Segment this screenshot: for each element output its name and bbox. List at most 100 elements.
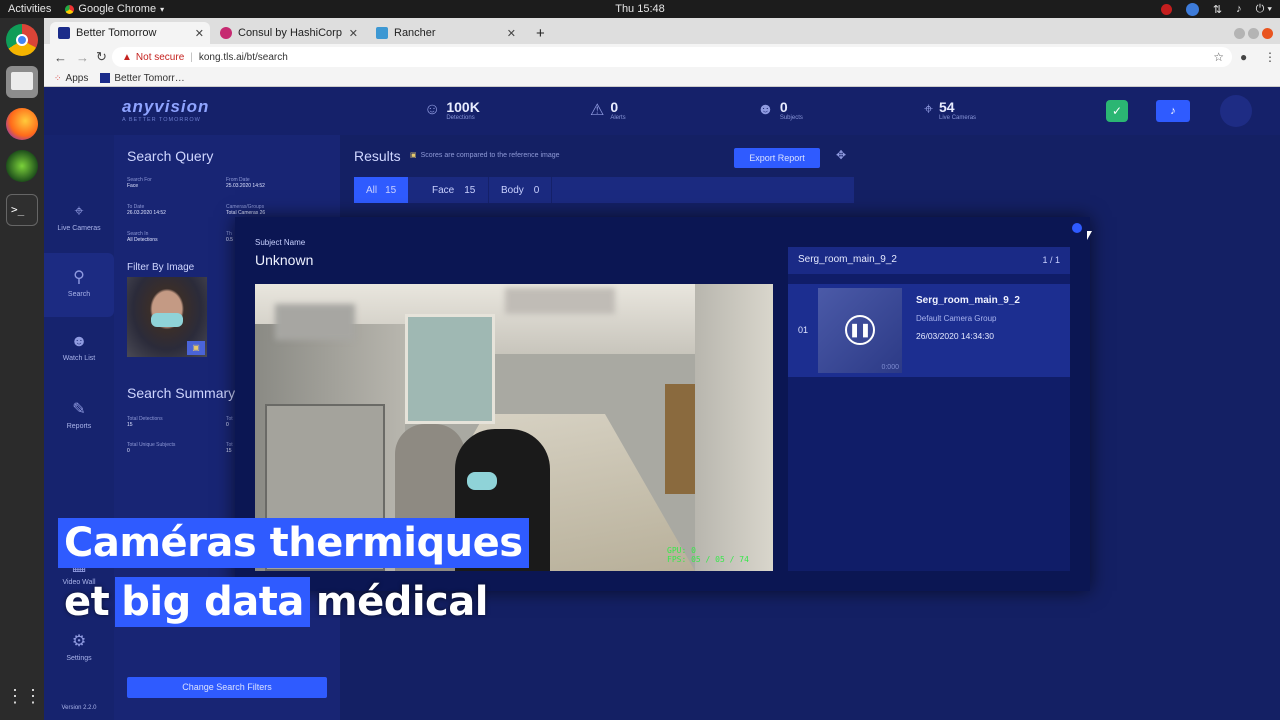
nav-reports[interactable]: ✎ Reports (44, 399, 114, 430)
tab-face[interactable]: Face 15 (420, 177, 488, 203)
chrome-small-icon (65, 4, 75, 14)
clock[interactable]: Thu 15:48 (0, 3, 1280, 15)
search-summary-title: Search Summary (127, 385, 236, 401)
forward-icon[interactable]: → (76, 50, 89, 65)
tab-body[interactable]: Body 0 (488, 177, 553, 203)
nav-search[interactable]: ⚲ Search (44, 253, 114, 317)
caption-line-1: Caméras thermiques (58, 518, 529, 568)
item-thumbnail[interactable]: ❚❚ 0:000 (818, 288, 902, 373)
item-camera-name: Serg_room_main_9_2 (916, 295, 1020, 306)
profile-icon[interactable]: ● (1240, 50, 1247, 64)
stat-value: 0 (610, 99, 619, 115)
window-controls[interactable] (1234, 22, 1278, 44)
consul-favicon-icon (220, 27, 232, 39)
image-icon: ▣ (410, 152, 417, 159)
url-text: kong.tls.ai/bt/search (198, 51, 288, 63)
chevron-down-icon: ▾ (160, 4, 165, 14)
pause-icon[interactable]: ❚❚ (845, 315, 875, 345)
query-field: Cameras/Groups Total Cameras 26 (226, 204, 265, 216)
nav-label: Settings (66, 655, 92, 662)
blur-overlay (275, 304, 355, 340)
caption-text: et (64, 579, 110, 625)
logo-text: anyvision (122, 97, 210, 116)
camera-list-header: Serg_room_main_9_2 1 / 1 (788, 247, 1070, 274)
reload-icon[interactable]: ↻ (96, 49, 107, 65)
camera-header-name: Serg_room_main_9_2 (798, 254, 897, 265)
field-value: 15 (127, 422, 133, 428)
video-debug-overlay: GPU: 0 FPS: 05 / 05 / 74 (667, 546, 749, 564)
avatar[interactable] (1220, 95, 1252, 127)
app-menu[interactable]: Google Chrome ▾ (65, 3, 164, 15)
note-text: Scores are compared to the reference ima… (420, 151, 560, 159)
reports-icon: ✎ (72, 401, 86, 418)
mask-shape (467, 472, 497, 490)
terminal-icon[interactable]: >_ (6, 194, 38, 226)
bookmark-better-tomorrow[interactable]: Better Tomorr… (114, 73, 184, 84)
stat-alerts[interactable]: ⚠ 0 Alerts (590, 99, 626, 121)
logo-subtitle: A BETTER TOMORROW (122, 117, 201, 123)
notifications-button[interactable]: ♪ (1156, 100, 1190, 122)
change-search-filters-button[interactable]: Change Search Filters (127, 677, 327, 698)
camera-list-item[interactable]: 01 ❚❚ 0:000 Serg_room_main_9_2 Default C… (788, 284, 1070, 377)
rancher-favicon-icon (376, 27, 388, 39)
tab-consul[interactable]: Consul by HashiCorp ✕ (212, 22, 364, 44)
field-value: 0 (127, 448, 130, 454)
tab-label: Rancher (394, 27, 436, 39)
query-field: From Date 25.03.2020 14:52 (226, 177, 265, 189)
tab-better-tomorrow[interactable]: Better Tomorrow ✕ (50, 22, 210, 44)
search-query-title: Search Query (127, 148, 214, 164)
modal-close-icon[interactable] (1072, 223, 1082, 233)
camera-list: Serg_room_main_9_2 1 / 1 01 ❚❚ 0:000 Ser… (788, 247, 1070, 571)
app-name: Google Chrome (78, 3, 157, 15)
nav-settings[interactable]: ⚙ Settings (44, 631, 114, 662)
tab-all[interactable]: All 15 (354, 177, 409, 203)
expand-icon[interactable]: ✥ (836, 148, 846, 162)
caption-line-2: et big data médical (58, 577, 494, 627)
image-icon[interactable]: ▣ (187, 341, 205, 355)
status-ok-button[interactable]: ✓ (1106, 100, 1128, 122)
version-label: Version 2.2.0 (61, 705, 97, 711)
firefox-icon[interactable] (6, 108, 38, 140)
omnibox[interactable]: ▲ Not secure | kong.tls.ai/bt/search ☆ (112, 47, 1232, 67)
stat-detections[interactable]: ☺ 100K Detections (424, 99, 480, 121)
close-window-icon[interactable] (1262, 27, 1273, 39)
check-icon: ✓ (1111, 104, 1123, 118)
star-icon[interactable]: ☆ (1213, 50, 1224, 64)
faces-icon: ☺ (424, 101, 441, 118)
export-report-button[interactable]: Export Report (734, 148, 820, 168)
system-tray[interactable]: ⇅ ♪ ⏻ ▾ (1160, 2, 1272, 16)
maximize-icon[interactable] (1248, 27, 1259, 39)
cctv-icon: ⌖ (74, 203, 84, 220)
os-top-bar: Activities Google Chrome ▾ Thu 15:48 ⇅ ♪… (0, 0, 1280, 18)
files-icon[interactable] (6, 66, 38, 98)
menu-icon[interactable]: ⋮ (1264, 50, 1276, 64)
activities-button[interactable]: Activities (8, 3, 51, 15)
nav-watch-list[interactable]: ☻ Watch List (44, 333, 114, 362)
close-icon[interactable]: ✕ (195, 27, 204, 40)
power-icon: ⏻ ▾ (1255, 2, 1272, 15)
close-icon[interactable]: ✕ (507, 27, 516, 40)
new-tab-button[interactable]: + (532, 22, 552, 44)
summary-field: Total Unique Subjects 0 (127, 442, 175, 454)
show-apps-icon[interactable]: ⋮⋮ (6, 680, 42, 712)
warning-icon: ▲ (122, 51, 132, 63)
field-value: All Detections (127, 237, 158, 243)
logo[interactable]: anyvision A BETTER TOMORROW (122, 97, 209, 123)
item-index: 01 (798, 325, 809, 335)
stat-live-cameras[interactable]: ⌖ 54 Live Cameras (924, 99, 976, 121)
stat-subjects[interactable]: ☻ 0 Subjects (757, 99, 803, 121)
summary-field: Tot 0 (226, 416, 233, 428)
reference-face-image[interactable]: ▣ (127, 277, 207, 357)
back-icon[interactable]: ← (54, 50, 67, 65)
chrome-icon[interactable] (6, 24, 38, 56)
nav-live-cameras[interactable]: ⌖ Live Cameras (44, 203, 114, 232)
address-bar-row: ← → ↻ ▲ Not secure | kong.tls.ai/bt/sear… (44, 44, 1280, 70)
tab-rancher[interactable]: Rancher ✕ (368, 22, 522, 44)
close-icon[interactable]: ✕ (349, 27, 358, 40)
gimp-icon[interactable] (6, 150, 38, 182)
glass-wall-shape (405, 314, 495, 424)
bookmark-apps[interactable]: Apps (66, 73, 89, 84)
caption-highlight: big data (115, 577, 310, 627)
stat-value: 0 (779, 99, 788, 115)
minimize-icon[interactable] (1234, 27, 1245, 39)
